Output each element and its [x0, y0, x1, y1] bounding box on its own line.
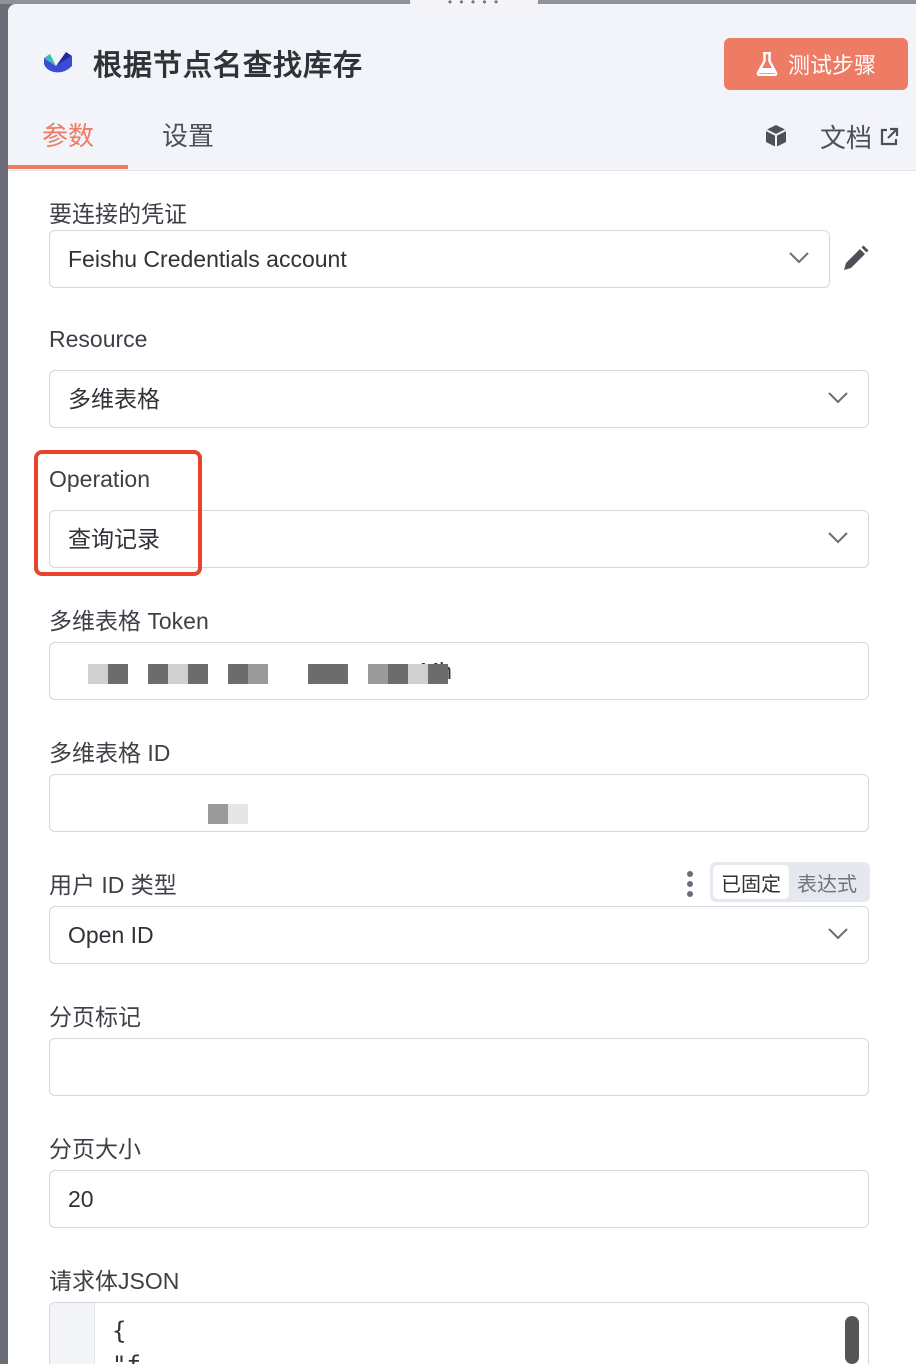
node-title: 根据节点名查找库存	[93, 50, 364, 82]
user-id-type-label: 用户 ID 类型	[49, 872, 177, 898]
operation-highlight-annotation	[34, 450, 202, 576]
code-line: "f	[112, 1351, 141, 1364]
node-parameters-panel: 根据节点名查找库存 测试步骤 参数 设置 文档 要连接的凭证 Feishu Cr…	[8, 4, 916, 1364]
redaction-mask	[388, 664, 408, 684]
docs-link[interactable]: 文档	[820, 118, 900, 155]
redaction-mask	[328, 664, 348, 684]
redaction-mask	[208, 804, 228, 824]
page-size-label: 分页大小	[49, 1136, 141, 1162]
page-size-value: 20	[68, 1186, 94, 1212]
resource-select[interactable]: 多维表格	[49, 370, 869, 428]
user-id-type-value: Open ID	[68, 922, 154, 948]
page-size-input[interactable]: 20	[49, 1170, 869, 1228]
user-id-type-select[interactable]: Open ID	[49, 906, 869, 964]
test-step-label: 测试步骤	[787, 53, 876, 78]
chevron-down-icon	[828, 532, 848, 544]
credential-label: 要连接的凭证	[49, 201, 187, 227]
resource-value: 多维表格	[68, 386, 160, 412]
feishu-bitable-icon	[44, 52, 72, 73]
tab-parameters[interactable]: 参数	[42, 116, 94, 153]
redaction-mask	[228, 664, 248, 684]
credential-select[interactable]: Feishu Credentials account	[49, 230, 830, 288]
redaction-mask	[188, 664, 208, 684]
request-body-editor[interactable]: { "f	[49, 1302, 869, 1364]
redaction-mask	[108, 664, 128, 684]
request-body-label: 请求体JSON	[49, 1268, 180, 1294]
code-gutter	[50, 1303, 95, 1364]
code-line: {	[112, 1317, 127, 1345]
external-link-icon	[880, 127, 899, 145]
pencil-icon[interactable]	[840, 244, 870, 274]
flask-icon	[756, 52, 778, 76]
bitable-id-input[interactable]	[49, 774, 869, 832]
chevron-down-icon	[828, 392, 848, 404]
page-token-label: 分页标记	[49, 1004, 141, 1030]
bitable-id-label: 多维表格 ID	[49, 740, 171, 766]
resource-label: Resource	[49, 326, 148, 352]
redaction-mask	[408, 664, 428, 684]
redaction-mask	[368, 664, 388, 684]
bitable-token-label: 多维表格 Token	[49, 608, 209, 634]
toggle-fixed[interactable]: 已固定	[713, 865, 789, 899]
more-options-icon[interactable]	[686, 870, 694, 898]
redaction-mask	[248, 664, 268, 684]
toggle-expression[interactable]: 表达式	[789, 868, 865, 897]
docs-label: 文档	[820, 123, 873, 153]
page-token-input[interactable]	[49, 1038, 869, 1096]
cube-icon[interactable]	[762, 122, 790, 150]
panel-header: 根据节点名查找库存 测试步骤 参数 设置 文档	[8, 4, 916, 171]
fixed-expression-toggle: 已固定 表达式	[710, 862, 870, 902]
active-tab-indicator	[8, 165, 128, 169]
editor-scrollbar[interactable]	[845, 1316, 859, 1364]
redaction-mask	[228, 804, 248, 824]
credential-value: Feishu Credentials account	[68, 246, 347, 272]
chevron-down-icon	[789, 252, 809, 264]
redaction-mask	[88, 664, 108, 684]
test-step-button[interactable]: 测试步骤	[724, 38, 908, 90]
redaction-mask	[308, 664, 328, 684]
chevron-down-icon	[828, 928, 848, 940]
redaction-mask	[148, 664, 168, 684]
redaction-mask	[168, 664, 188, 684]
tab-settings[interactable]: 设置	[162, 116, 214, 153]
redaction-mask	[428, 664, 448, 684]
